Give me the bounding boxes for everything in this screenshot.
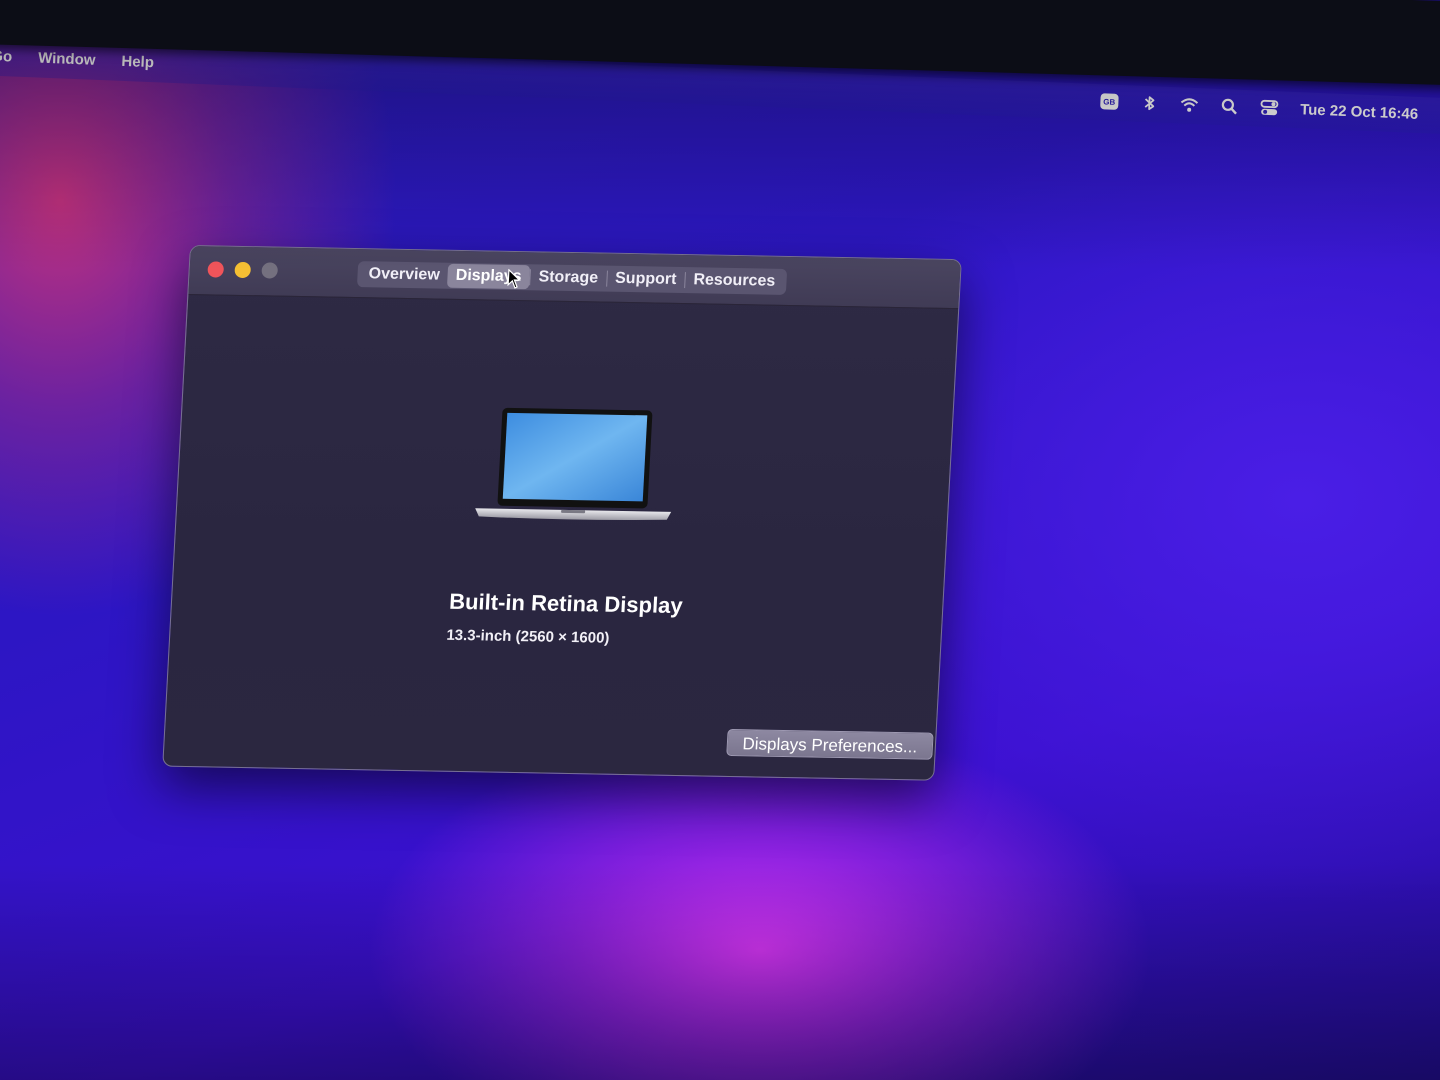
bluetooth-icon[interactable] (1140, 94, 1159, 113)
tab-overview[interactable]: Overview (360, 262, 448, 288)
tab-storage[interactable]: Storage (530, 265, 607, 290)
search-icon[interactable] (1220, 97, 1239, 116)
control-center-icon[interactable] (1260, 99, 1279, 118)
keyboard-input-icon[interactable]: GB (1099, 93, 1119, 110)
tab-displays[interactable]: Displays (447, 263, 531, 290)
desktop-wallpaper: Go Window Help GB Tue 22 Oct 16:46 Overv… (0, 0, 1440, 1080)
mouse-pointer-icon (507, 268, 522, 289)
menu-help[interactable]: Help (121, 53, 154, 71)
menu-go[interactable]: Go (0, 48, 13, 66)
zoom-button (261, 262, 279, 279)
menu-bar-left: Go Window Help (0, 48, 154, 72)
tab-support[interactable]: Support (606, 267, 685, 292)
minimize-button[interactable] (234, 261, 252, 279)
menu-bar-right: GB Tue 22 Oct 16:46 (1099, 92, 1419, 123)
menu-bar-clock[interactable]: Tue 22 Oct 16:46 (1300, 101, 1419, 123)
wifi-icon[interactable] (1180, 95, 1199, 114)
window-titlebar[interactable]: Overview Displays Storage Support Resour… (188, 246, 961, 310)
display-name: Built-in Retina Display (448, 588, 684, 619)
displays-preferences-button[interactable]: Displays Preferences... (726, 728, 934, 760)
menu-window[interactable]: Window (38, 50, 96, 69)
close-button[interactable] (207, 261, 225, 278)
tab-bar: Overview Displays Storage Support Resour… (356, 261, 787, 295)
display-spec: 13.3-inch (2560 × 1600) (445, 626, 610, 647)
about-this-mac-window: Overview Displays Storage Support Resour… (162, 245, 962, 781)
tab-resources[interactable]: Resources (685, 268, 784, 294)
macbook-display-icon (475, 407, 672, 521)
